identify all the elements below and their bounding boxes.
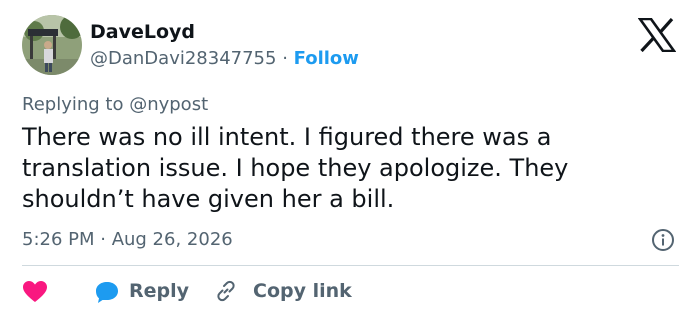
reply-button[interactable]: Reply	[129, 278, 189, 304]
link-icon[interactable]	[214, 279, 238, 303]
user-handle[interactable]: @DanDavi28347755	[90, 48, 276, 69]
x-logo-icon[interactable]	[637, 17, 677, 53]
separator: ·	[276, 48, 294, 69]
copy-link-button[interactable]: Copy link	[253, 278, 352, 304]
timestamp[interactable]: 5:26 PM · Aug 26, 2026	[22, 227, 233, 253]
replying-to: Replying to @nypost	[22, 94, 209, 115]
follow-button[interactable]: Follow	[294, 48, 359, 69]
info-icon[interactable]	[651, 228, 675, 252]
user-meta: @DanDavi28347755 · Follow	[90, 47, 359, 71]
avatar[interactable]	[22, 15, 82, 75]
display-name[interactable]: DaveLoyd	[90, 20, 195, 44]
heart-icon[interactable]	[22, 280, 48, 304]
tweet-text: There was no ill intent. I figured there…	[22, 123, 569, 213]
divider	[22, 265, 679, 266]
reply-bubble-icon[interactable]	[94, 280, 120, 304]
